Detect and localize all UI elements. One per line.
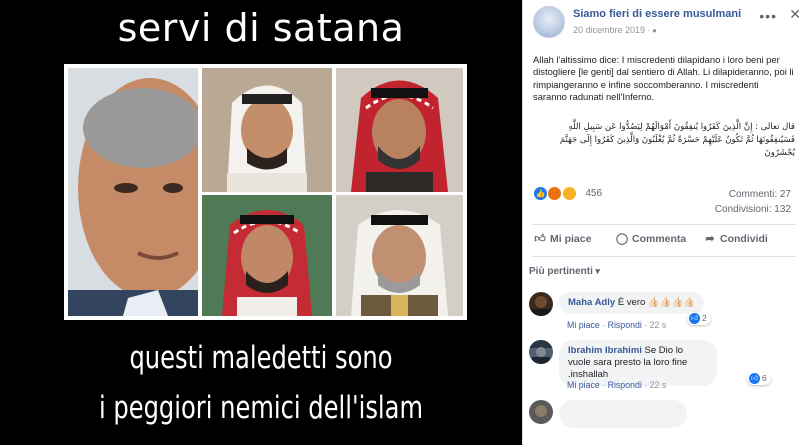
comment-item: Maha Adly È vero 👍🏻👍🏻👍🏻👍🏻 👍︎ 2 Mi piace ·… bbox=[529, 292, 795, 332]
like-reaction-icon: 👍 bbox=[533, 186, 548, 202]
share-icon: ➦ bbox=[705, 233, 715, 245]
share-button[interactable]: ➦ Condividi bbox=[703, 232, 767, 245]
page-name-link[interactable]: Siamo fieri di essere musulmani bbox=[573, 8, 741, 20]
reactions-count: 456 bbox=[585, 188, 603, 200]
comment-like-link[interactable]: Mi piace bbox=[567, 320, 600, 330]
meme-image: servi di satana questi maledetti sono i … bbox=[0, 0, 522, 445]
comment-button[interactable]: ◯ Commenta bbox=[615, 232, 686, 245]
comment-text: È vero 👍🏻👍🏻👍🏻👍🏻 bbox=[617, 297, 696, 308]
portrait-photo-4 bbox=[202, 195, 332, 316]
comment-likes-badge[interactable]: 👍︎ 2 bbox=[687, 312, 711, 326]
divider bbox=[533, 256, 795, 257]
post-actions: 👍︎ Mi piace ◯ Commenta ➦ Condividi bbox=[533, 232, 795, 252]
comment-sort-dropdown[interactable]: Più pertinenti bbox=[529, 266, 600, 277]
comment-like-link[interactable]: Mi piace bbox=[567, 380, 600, 390]
page-avatar[interactable] bbox=[533, 6, 565, 38]
comment-time[interactable]: 22 s bbox=[650, 380, 667, 390]
meme-bottom-caption-line1: questi maledetti sono bbox=[129, 340, 393, 376]
like-icon: 👍︎ bbox=[534, 233, 546, 245]
divider bbox=[533, 224, 795, 225]
comment-item bbox=[529, 400, 795, 445]
portrait-photo-3 bbox=[336, 68, 463, 192]
shares-count-link[interactable]: Condivisioni: 132 bbox=[715, 202, 791, 217]
comment-item: Ibrahim Ibrahimi Se Dio lo vuole sara pr… bbox=[529, 340, 795, 392]
comment-likes-badge[interactable]: 👍︎ 6 bbox=[747, 372, 771, 386]
comment-author[interactable]: Ibrahim Ibrahimi bbox=[568, 345, 642, 356]
close-icon[interactable]: ✕ bbox=[789, 6, 800, 23]
photo-collage bbox=[64, 64, 467, 320]
comment-time[interactable]: 22 s bbox=[650, 320, 667, 330]
comment-avatar[interactable] bbox=[529, 292, 553, 316]
comment-meta: Mi piace · Rispondi · 22 s bbox=[567, 380, 667, 390]
like-reaction-icon: 👍︎ bbox=[689, 313, 700, 325]
meme-top-caption: servi di satana bbox=[117, 6, 405, 50]
comment-bubble bbox=[559, 400, 687, 428]
comment-reply-link[interactable]: Rispondi bbox=[608, 320, 642, 330]
like-reaction-icon: 👍︎ bbox=[749, 373, 760, 385]
post-text-arabic: قال تعالى : إِنَّ الَّذِينَ كَفَرُوا يُن… bbox=[559, 122, 795, 158]
meme-bottom-caption-line2: i peggiori nemici dell'islam bbox=[98, 390, 424, 426]
more-icon[interactable]: ••• bbox=[759, 8, 777, 24]
comment-meta: Mi piace · Rispondi · 22 s bbox=[567, 320, 667, 330]
portrait-photo-5 bbox=[336, 195, 463, 316]
like-button[interactable]: 👍︎ Mi piace bbox=[533, 232, 591, 245]
comment-icon: ◯ bbox=[615, 233, 629, 245]
post-date[interactable]: 20 dicembre 2019 bbox=[573, 25, 657, 35]
reactions-summary[interactable]: 👍 456 bbox=[533, 185, 603, 202]
comment-author[interactable]: Maha Adly bbox=[568, 297, 615, 308]
sad-reaction-icon bbox=[561, 186, 577, 202]
comment-bubble: Maha Adly È vero 👍🏻👍🏻👍🏻👍🏻 bbox=[559, 292, 705, 314]
post-text-italian: Allah l'altissimo dice: I miscredenti di… bbox=[533, 54, 794, 103]
comment-avatar[interactable] bbox=[529, 340, 553, 364]
portrait-photo-2 bbox=[202, 68, 332, 192]
post-panel: Siamo fieri di essere musulmani 20 dicem… bbox=[522, 0, 800, 445]
comment-reply-link[interactable]: Rispondi bbox=[608, 380, 642, 390]
comments-count-link[interactable]: Commenti: 27 bbox=[715, 187, 791, 202]
post-stats: Commenti: 27 Condivisioni: 132 bbox=[715, 187, 791, 217]
post-header: Siamo fieri di essere musulmani 20 dicem… bbox=[533, 6, 800, 42]
angry-reaction-icon bbox=[547, 186, 563, 202]
comment-avatar[interactable] bbox=[529, 400, 553, 424]
portrait-photo-1 bbox=[68, 68, 198, 316]
